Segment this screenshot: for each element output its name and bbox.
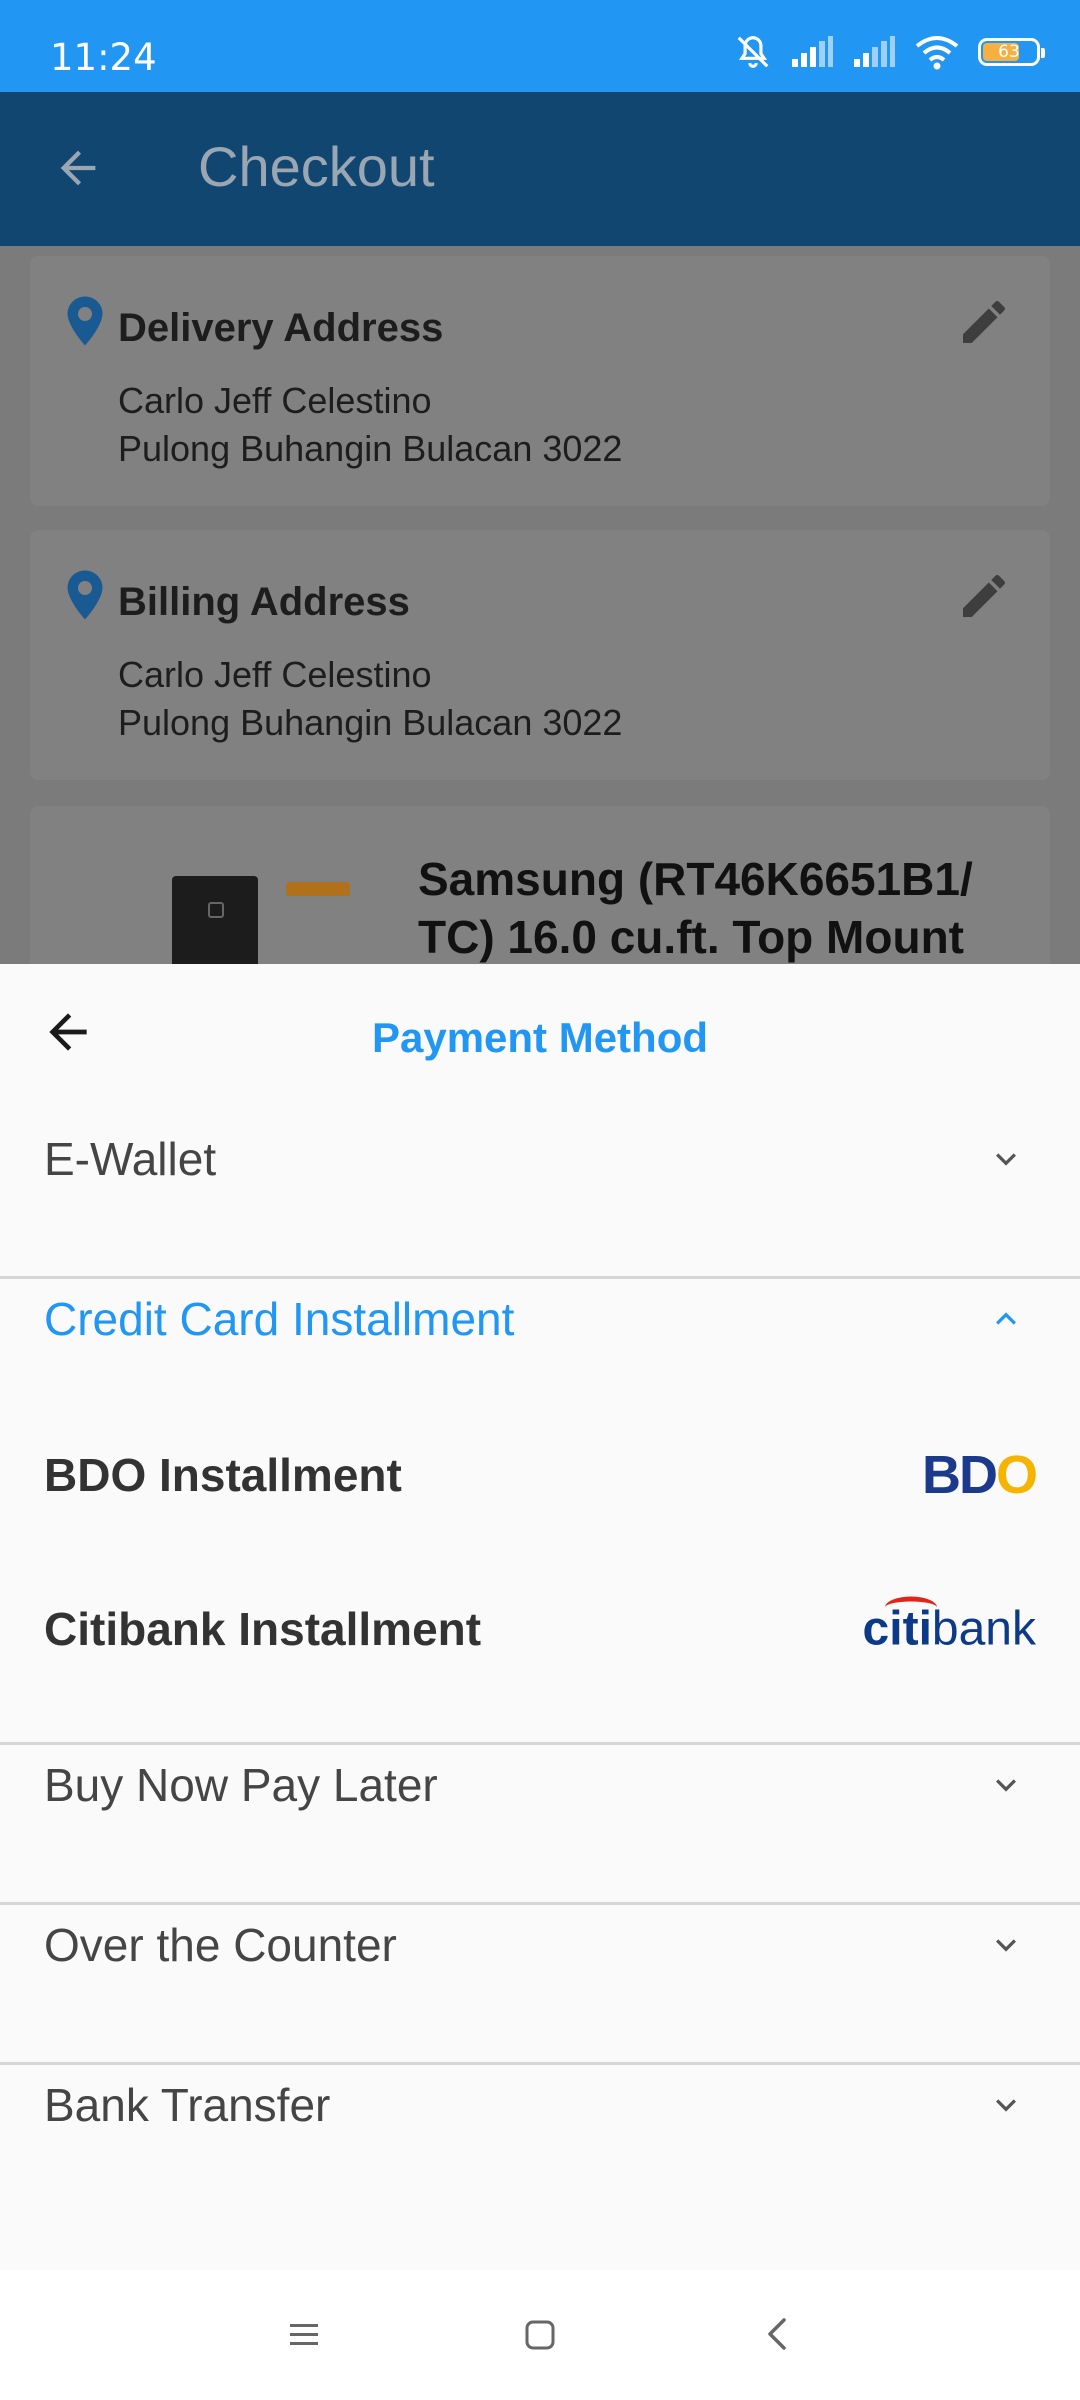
billing-name: Carlo Jeff Celestino bbox=[118, 654, 432, 695]
section-bank-transfer[interactable]: Bank Transfer bbox=[0, 2026, 1080, 2184]
back-icon[interactable] bbox=[760, 2314, 796, 2354]
signal-icon bbox=[792, 36, 833, 67]
section-label: Over the Counter bbox=[44, 1919, 397, 1971]
product-card: Samsung (RT46K6651B1/ TC) 16.0 cu.ft. To… bbox=[30, 806, 1050, 964]
section-label: Credit Card Installment bbox=[44, 1293, 515, 1345]
status-bar: 11:24 63 bbox=[0, 0, 1080, 92]
option-label: Citibank Installment bbox=[44, 1603, 482, 1655]
page-title: Checkout bbox=[198, 135, 435, 198]
product-image bbox=[172, 876, 258, 964]
app-bar: Checkout bbox=[0, 92, 1080, 246]
delivery-name: Carlo Jeff Celestino bbox=[118, 380, 432, 421]
location-pin-icon bbox=[67, 570, 103, 620]
battery-icon: 63 bbox=[978, 38, 1045, 66]
home-icon[interactable] bbox=[522, 2314, 558, 2354]
section-label: Bank Transfer bbox=[44, 2079, 331, 2131]
option-citibank-installment[interactable]: Citibank Installment citibank bbox=[0, 1552, 1080, 1706]
billing-address-title: Billing Address bbox=[118, 580, 410, 624]
battery-level: 63 bbox=[998, 42, 1020, 62]
signal-icon bbox=[854, 36, 895, 67]
system-nav-bar bbox=[0, 2270, 1080, 2400]
product-name: Samsung (RT46K6651B1/ TC) 16.0 cu.ft. To… bbox=[418, 853, 973, 963]
chevron-down-icon bbox=[996, 1779, 1016, 1792]
delivery-address-line: Pulong Buhangin Bulacan 3022 bbox=[118, 428, 623, 469]
section-e-wallet[interactable]: E-Wallet bbox=[0, 1080, 1080, 1238]
delivery-address-card: Delivery Address Carlo Jeff Celestino Pu… bbox=[30, 256, 1050, 506]
location-pin-icon bbox=[67, 296, 103, 346]
chevron-down-icon bbox=[996, 2099, 1016, 2112]
sheet-title: Payment Method bbox=[371, 1014, 709, 1061]
payment-method-sheet: Payment Method E-Wallet Credit Card Inst… bbox=[0, 964, 1080, 2270]
option-bdo-installment[interactable]: BDO Installment BDO bbox=[0, 1398, 1080, 1552]
status-time: 11:24 bbox=[50, 36, 157, 79]
section-credit-card-installment[interactable]: Credit Card Installment bbox=[0, 1240, 1080, 1398]
section-buy-now-pay-later[interactable]: Buy Now Pay Later bbox=[0, 1706, 1080, 1864]
delivery-address-title: Delivery Address bbox=[118, 306, 444, 350]
chevron-up-icon bbox=[996, 1312, 1016, 1325]
product-badge bbox=[286, 882, 350, 896]
edit-icon[interactable] bbox=[956, 294, 1012, 350]
bdo-logo: BDO bbox=[921, 1445, 1038, 1505]
billing-address-card: Billing Address Carlo Jeff Celestino Pul… bbox=[30, 530, 1050, 780]
edit-icon[interactable] bbox=[956, 568, 1012, 624]
section-label: E-Wallet bbox=[44, 1133, 217, 1185]
citibank-logo: citibank bbox=[863, 1596, 1036, 1657]
status-icons: 63 bbox=[734, 30, 1045, 74]
wifi-icon bbox=[915, 36, 959, 70]
section-over-the-counter[interactable]: Over the Counter bbox=[0, 1866, 1080, 2024]
billing-address-line: Pulong Buhangin Bulacan 3022 bbox=[118, 702, 623, 743]
mute-icon bbox=[737, 36, 769, 68]
section-label: Buy Now Pay Later bbox=[44, 1759, 438, 1811]
chevron-down-icon bbox=[996, 1939, 1016, 1952]
option-label: BDO Installment bbox=[44, 1449, 402, 1501]
chevron-down-icon bbox=[996, 1153, 1016, 1166]
checkout-content: Delivery Address Carlo Jeff Celestino Pu… bbox=[0, 246, 1080, 964]
menu-icon[interactable] bbox=[286, 2314, 322, 2354]
back-arrow-icon[interactable] bbox=[52, 142, 104, 194]
